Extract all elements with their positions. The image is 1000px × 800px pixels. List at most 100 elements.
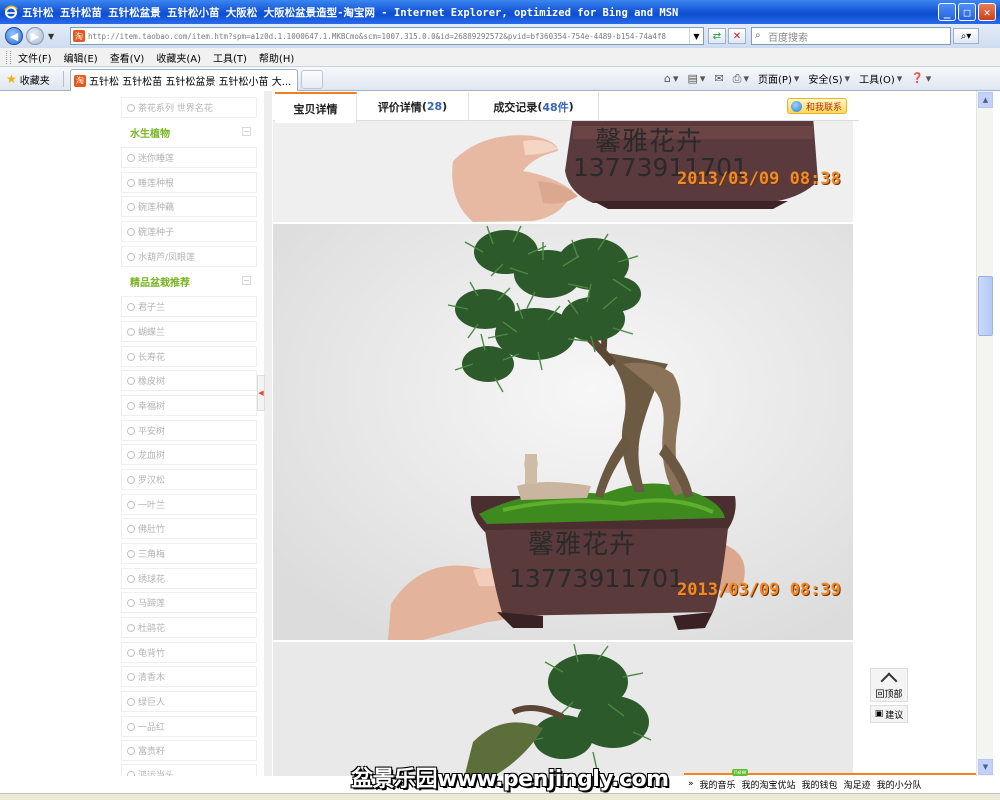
sidebar-item[interactable]: 碗莲种子 <box>121 221 257 242</box>
sidebar-item[interactable]: 清香木 <box>121 666 257 687</box>
transaction-count: 48件 <box>542 100 569 114</box>
vertical-scrollbar[interactable]: ▲ ▼ <box>976 91 993 776</box>
collapse-icon[interactable]: − <box>242 276 251 285</box>
toolbar-item[interactable]: 我的音乐 <box>700 778 736 791</box>
home-button[interactable]: ⌂ ▾ <box>664 72 679 85</box>
sidebar-item[interactable]: 长寿花 <box>121 346 257 367</box>
sidebar-category-featured[interactable]: 精品盆栽推荐 − <box>121 270 257 292</box>
minimize-button[interactable]: _ <box>938 3 956 21</box>
sidebar-item[interactable]: 罗汉松 <box>121 469 257 490</box>
print-button[interactable]: ⎙ ▾ <box>733 72 749 86</box>
sidebar-item[interactable]: 马蹄莲 <box>121 592 257 613</box>
tab-title: 五针松 五针松苗 五针松盆景 五针松小苗 大... <box>89 77 292 88</box>
sidebar-category-water[interactable]: 水生植物 − <box>121 121 257 143</box>
toolbar-item[interactable]: 我的淘宝优站 <box>742 778 796 791</box>
sidebar-toggle-button[interactable]: ◀ <box>257 375 265 411</box>
help-button[interactable]: ❓ ▾ <box>911 72 931 85</box>
history-dropdown-icon[interactable]: ▼ <box>48 32 54 41</box>
sidebar-item[interactable]: 龟背竹 <box>121 642 257 663</box>
sidebar-item[interactable]: 龙血树 <box>121 444 257 465</box>
menu-file[interactable]: 文件(F) <box>18 50 52 65</box>
scroll-up-button[interactable]: ▲ <box>978 92 993 108</box>
home-icon: ⌂ <box>664 72 671 85</box>
contact-label: 和我联系 <box>805 102 842 113</box>
bonsai-photo-3-image <box>273 642 853 776</box>
tab-transactions[interactable]: 成交记录(48件) <box>469 92 599 121</box>
sidebar-item[interactable]: 迷你睡莲 <box>121 147 257 168</box>
feeds-button[interactable]: ▤ ▾ <box>688 72 706 85</box>
search-go-button[interactable]: ⌕▾ <box>953 28 979 44</box>
menu-edit[interactable]: 编辑(E) <box>64 50 98 65</box>
sidebar-item[interactable]: 杜鹃花 <box>121 617 257 638</box>
sidebar-divider <box>264 91 272 776</box>
product-photo-1: 馨雅花卉 13773911701 2013/03/09 08:38 <box>273 121 853 222</box>
sidebar-item[interactable]: 绿巨人 <box>121 691 257 712</box>
toolbar-item[interactable]: 我的钱包 <box>802 778 838 791</box>
sidebar-item[interactable]: 一品红 <box>121 716 257 737</box>
toolbar-collapse-icon[interactable]: » <box>688 779 694 789</box>
sidebar-item[interactable]: 碗莲种藕 <box>121 196 257 217</box>
status-bar <box>0 793 1000 800</box>
sidebar-item[interactable]: 蝴蝶兰 <box>121 321 257 342</box>
product-photo-3 <box>273 642 853 776</box>
product-photo-2: 馨雅花卉 13773911701 2013/03/09 08:39 <box>273 224 853 640</box>
sidebar-item[interactable]: 睡莲种根 <box>121 172 257 193</box>
category-sidebar: 茶花系列 世界名花 水生植物 − 迷你睡莲 睡莲种根 碗莲种藕 碗莲种子 水葫芦… <box>118 91 264 776</box>
maximize-button[interactable]: □ <box>958 3 976 21</box>
menu-favorites[interactable]: 收藏夹(A) <box>156 50 201 65</box>
sidebar-item[interactable]: 水葫芦/凤眼莲 <box>121 246 257 267</box>
watermark-phone: 13773911701 <box>509 564 684 593</box>
window-title: 五针松 五针松苗 五针松盆景 五针松小苗 大阪松 大阪松盆景造型-淘宝网 - I… <box>22 6 679 19</box>
toolbar-item[interactable]: 淘足迹 <box>844 778 871 791</box>
address-bar[interactable]: 淘 http://item.taobao.com/item.htm?spm=a1… <box>70 27 704 45</box>
sidebar-item[interactable]: 绣球花 <box>121 568 257 589</box>
mail-icon: ✉ <box>714 72 724 85</box>
sidebar-item[interactable]: 君子兰 <box>121 296 257 317</box>
sidebar-item[interactable]: 三角梅 <box>121 543 257 564</box>
browser-tab[interactable]: 淘 五针松 五针松苗 五针松盆景 五针松小苗 大... <box>70 69 298 91</box>
menu-tools[interactable]: 工具(T) <box>213 50 247 65</box>
review-count: 28 <box>426 100 443 113</box>
safety-menu[interactable]: 安全(S) ▾ <box>808 71 850 86</box>
new-tab-button[interactable] <box>301 70 323 89</box>
tools-menu[interactable]: 工具(O) ▾ <box>859 71 902 86</box>
sidebar-item[interactable]: 茶花系列 世界名花 <box>121 97 257 118</box>
scrollbar-thumb[interactable] <box>978 276 993 336</box>
scroll-down-button[interactable]: ▼ <box>978 759 993 775</box>
photo-timestamp: 2013/03/09 08:39 <box>677 580 841 600</box>
refresh-button[interactable]: ⇄ <box>708 28 726 44</box>
sidebar-item[interactable]: 佛肚竹 <box>121 518 257 539</box>
sidebar-item[interactable]: 鸿运当头 <box>121 764 257 776</box>
address-dropdown-icon[interactable]: ▼ <box>689 28 703 44</box>
search-input[interactable]: ⌕ 百度搜索 <box>751 27 951 45</box>
toolbar-item[interactable]: 我的小分队 <box>877 778 922 791</box>
refresh-icon: ⇄ <box>712 30 722 42</box>
window-controls: _ □ ✕ <box>938 3 996 21</box>
back-to-top-button[interactable]: 回顶部 <box>870 668 908 702</box>
address-url[interactable]: http://item.taobao.com/item.htm?spm=a1z0… <box>88 32 688 41</box>
tab-reviews[interactable]: 评价详情(28) <box>357 92 469 121</box>
page-menu[interactable]: 页面(P) ▾ <box>758 71 799 86</box>
sidebar-item[interactable]: 富贵籽 <box>121 740 257 761</box>
sidebar-item[interactable]: 平安树 <box>121 420 257 441</box>
favorites-button[interactable]: ★ 收藏夹 <box>6 71 50 87</box>
sidebar-item[interactable]: 幸福树 <box>121 395 257 416</box>
sidebar-item[interactable]: 一叶兰 <box>121 494 257 515</box>
sidebar-category-label: 水生植物 <box>130 128 170 140</box>
forward-button[interactable]: ▶ <box>26 27 44 45</box>
tab-label: 宝贝详情 <box>293 102 338 116</box>
mail-button[interactable]: ✉ <box>714 72 723 85</box>
detail-tab-bar: 宝贝详情 评价详情(28) 成交记录(48件) 和我联系 <box>273 91 859 123</box>
tab-favicon-icon: 淘 <box>74 74 86 87</box>
close-window-button[interactable]: ✕ <box>978 3 996 21</box>
tab-item-details[interactable]: 宝贝详情 <box>275 92 357 123</box>
stop-button[interactable]: ✕ <box>728 28 746 44</box>
collapse-icon[interactable]: − <box>242 127 251 136</box>
menu-help[interactable]: 帮助(H) <box>259 50 294 65</box>
suggest-button[interactable]: ▣ 建议 <box>870 705 908 723</box>
contact-seller-button[interactable]: 和我联系 <box>786 98 847 114</box>
sidebar-item[interactable]: 橡皮树 <box>121 370 257 391</box>
taobao-bottom-toolbar: » new 我的音乐 我的淘宝优站 我的钱包 淘足迹 我的小分队 <box>684 769 976 793</box>
menu-view[interactable]: 查看(V) <box>110 50 145 65</box>
back-button[interactable]: ◀ <box>5 27 23 45</box>
